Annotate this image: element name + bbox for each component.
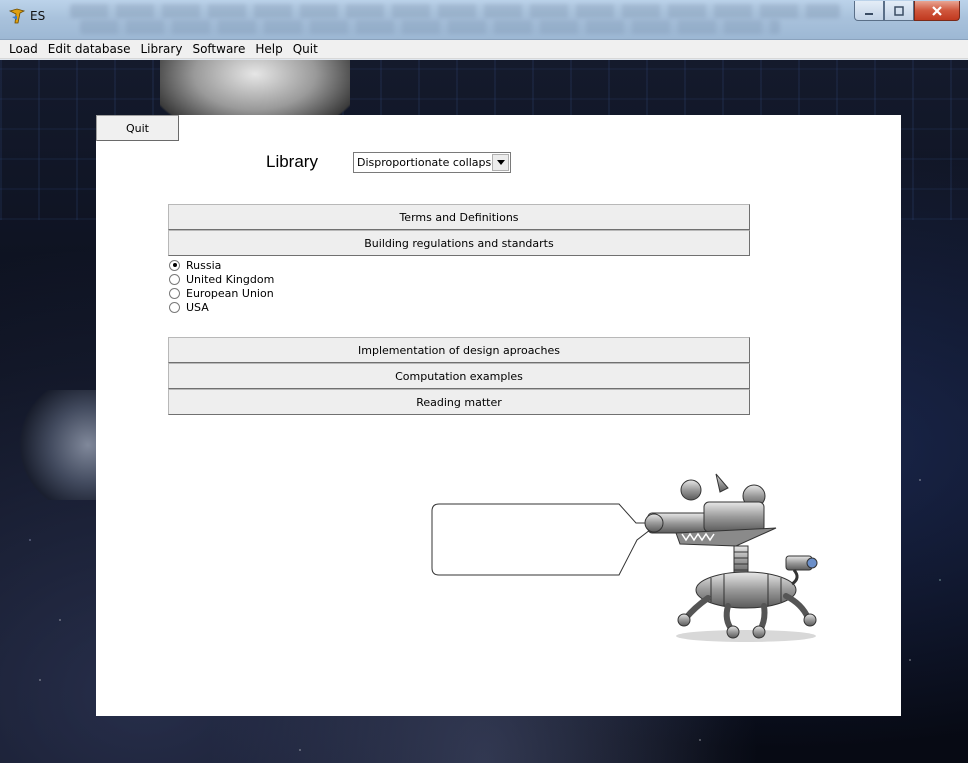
computation-examples-button[interactable]: Computation examples bbox=[168, 363, 750, 389]
blurred-title-text bbox=[80, 20, 780, 34]
building-regulations-button[interactable]: Building regulations and standarts bbox=[168, 230, 750, 256]
radio-label: USA bbox=[186, 300, 209, 314]
maximize-icon[interactable] bbox=[884, 1, 914, 21]
radio-button[interactable] bbox=[169, 287, 180, 299]
radio-label: United Kingdom bbox=[186, 272, 275, 286]
radio-united-kingdom[interactable]: United Kingdom bbox=[169, 272, 274, 286]
radio-label: Russia bbox=[186, 258, 222, 272]
design-approaches-button[interactable]: Implementation of design aproaches bbox=[168, 337, 750, 363]
library-select-value: Disproportionate collapse bbox=[357, 156, 492, 169]
radio-label: European Union bbox=[186, 286, 274, 300]
title-bar: ES bbox=[0, 0, 968, 40]
radio-usa[interactable]: USA bbox=[169, 300, 274, 314]
radio-russia[interactable]: Russia bbox=[169, 258, 274, 272]
quit-button[interactable]: Quit bbox=[96, 115, 179, 141]
menu-quit[interactable]: Quit bbox=[288, 40, 323, 58]
blurred-title-text bbox=[70, 4, 840, 18]
dropdown-arrow-icon[interactable] bbox=[492, 154, 509, 171]
minimize-icon[interactable] bbox=[854, 1, 884, 21]
terms-definitions-button[interactable]: Terms and Definitions bbox=[168, 204, 750, 230]
menu-help[interactable]: Help bbox=[250, 40, 287, 58]
reading-matter-button[interactable]: Reading matter bbox=[168, 389, 750, 415]
menu-load[interactable]: Load bbox=[4, 40, 43, 58]
radio-european-union[interactable]: European Union bbox=[169, 286, 274, 300]
radio-button[interactable] bbox=[169, 301, 180, 313]
library-select[interactable]: Disproportionate collapse bbox=[353, 152, 511, 173]
menu-edit-database[interactable]: Edit database bbox=[43, 40, 136, 58]
menu-bar: Load Edit database Library Software Help… bbox=[0, 40, 968, 59]
window-controls bbox=[854, 1, 960, 21]
radio-button-checked[interactable] bbox=[169, 259, 180, 271]
robot-dog-illustration bbox=[644, 473, 818, 642]
menu-software[interactable]: Software bbox=[187, 40, 250, 58]
assistant-speech-bubble bbox=[431, 503, 661, 576]
app-logo-icon bbox=[8, 8, 26, 24]
radio-button[interactable] bbox=[169, 273, 180, 285]
library-heading: Library bbox=[266, 152, 318, 171]
region-radio-group: Russia United Kingdom European Union USA bbox=[169, 258, 274, 314]
close-icon[interactable] bbox=[914, 1, 960, 21]
menu-library[interactable]: Library bbox=[135, 40, 187, 58]
window-title: ES bbox=[30, 9, 46, 23]
